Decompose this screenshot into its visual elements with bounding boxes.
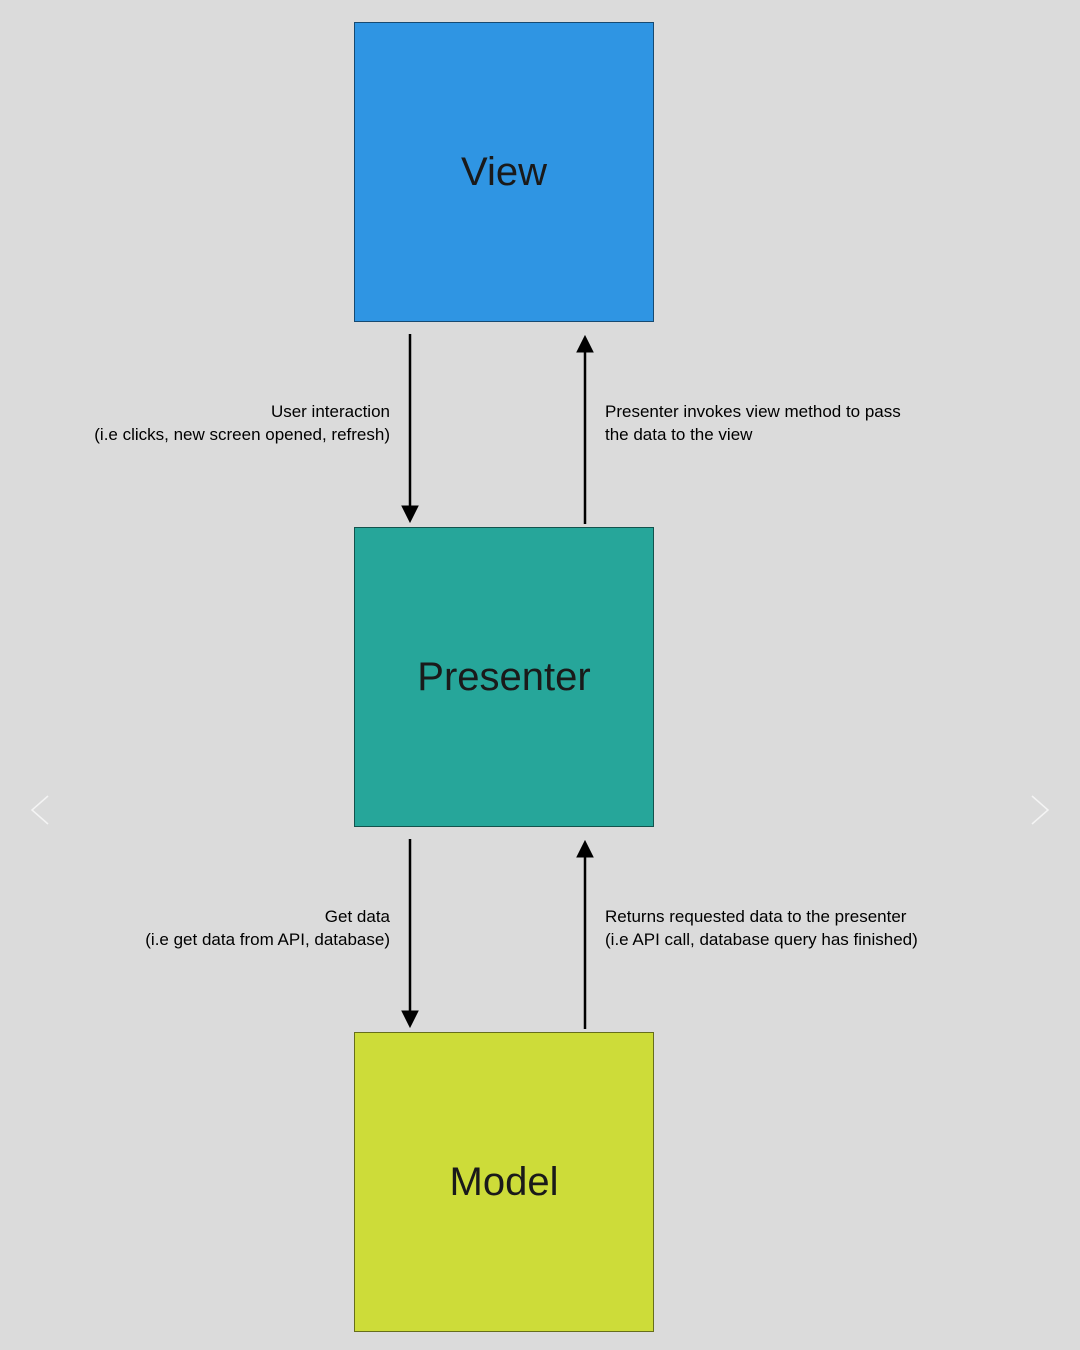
label-view-to-presenter-subtitle: (i.e clicks, new screen opened, refresh) — [40, 424, 390, 447]
label-model-to-presenter-subtitle: (i.e API call, database query has finish… — [605, 929, 1035, 952]
arrow-view-to-presenter-icon — [400, 334, 420, 524]
view-label: View — [461, 150, 547, 195]
label-presenter-to-model-subtitle: (i.e get data from API, database) — [40, 929, 390, 952]
label-presenter-to-view: Presenter invokes view method to pass th… — [605, 401, 985, 447]
label-model-to-presenter-title: Returns requested data to the presenter — [605, 906, 1035, 929]
model-box: Model — [354, 1032, 654, 1332]
label-model-to-presenter: Returns requested data to the presenter … — [605, 906, 1035, 952]
label-view-to-presenter-title: User interaction — [40, 401, 390, 424]
label-presenter-to-view-subtitle: the data to the view — [605, 424, 985, 447]
view-box: View — [354, 22, 654, 322]
presenter-box: Presenter — [354, 527, 654, 827]
label-view-to-presenter: User interaction (i.e clicks, new screen… — [40, 401, 390, 447]
label-presenter-to-model-title: Get data — [40, 906, 390, 929]
next-slide-icon[interactable] — [1018, 790, 1058, 830]
arrow-model-to-presenter-icon — [575, 839, 595, 1029]
label-presenter-to-model: Get data (i.e get data from API, databas… — [40, 906, 390, 952]
label-presenter-to-view-title: Presenter invokes view method to pass — [605, 401, 985, 424]
arrow-presenter-to-model-icon — [400, 839, 420, 1029]
arrow-presenter-to-view-icon — [575, 334, 595, 524]
presenter-label: Presenter — [417, 655, 590, 700]
model-label: Model — [450, 1160, 559, 1205]
prev-slide-icon[interactable] — [22, 790, 62, 830]
